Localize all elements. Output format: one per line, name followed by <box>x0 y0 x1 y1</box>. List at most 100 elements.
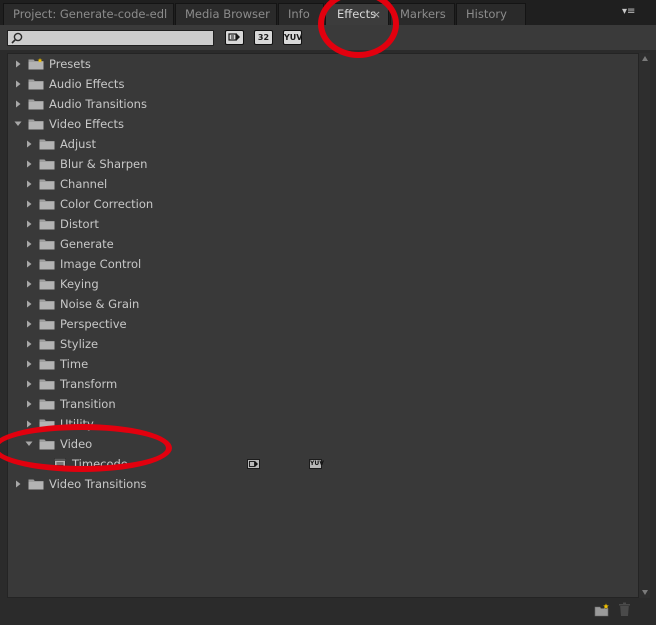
folder-icon <box>39 259 55 270</box>
folder-icon <box>39 319 55 330</box>
tree-item-label: Video Transitions <box>49 477 147 491</box>
tree-item-label: Image Control <box>60 257 142 271</box>
tree-folder-video[interactable]: Video <box>8 434 638 454</box>
folder-icon <box>28 79 44 90</box>
disclosure-collapsed-icon[interactable] <box>14 74 22 94</box>
disclosure-collapsed-icon[interactable] <box>25 274 33 294</box>
tab-media-browser[interactable]: Media Browser <box>175 3 277 25</box>
folder-icon <box>39 359 55 370</box>
tab-effects[interactable]: Effects × <box>325 3 389 26</box>
search-input[interactable] <box>24 31 210 45</box>
tree-folder-channel[interactable]: Channel <box>8 174 638 194</box>
tree-folder-perspective[interactable]: Perspective <box>8 314 638 334</box>
tab-markers[interactable]: Markers <box>390 3 455 25</box>
disclosure-collapsed-icon[interactable] <box>25 134 33 154</box>
tree-folder-keying[interactable]: Keying <box>8 274 638 294</box>
disclosure-collapsed-icon[interactable] <box>14 54 22 74</box>
yuv-effects-button[interactable]: YUV <box>283 30 302 45</box>
disclosure-collapsed-icon[interactable] <box>25 214 33 234</box>
disclosure-collapsed-icon[interactable] <box>25 194 33 214</box>
folder-icon <box>28 99 44 110</box>
disclosure-collapsed-icon[interactable] <box>25 254 33 274</box>
disclosure-collapsed-icon[interactable] <box>25 314 33 334</box>
disclosure-collapsed-icon[interactable] <box>25 234 33 254</box>
tree-folder-adjust[interactable]: Adjust <box>8 134 638 154</box>
tab-project[interactable]: Project: Generate-code-edl <box>3 3 174 25</box>
disclosure-collapsed-icon[interactable] <box>25 374 33 394</box>
vertical-scrollbar[interactable] <box>639 53 650 598</box>
tree-folder-stylize[interactable]: Stylize <box>8 334 638 354</box>
tree-folder-noise-grain[interactable]: Noise & Grain <box>8 294 638 314</box>
panel-bottom-bar <box>0 598 656 625</box>
folder-icon <box>28 479 44 490</box>
trash-icon[interactable] <box>618 602 631 617</box>
disclosure-collapsed-icon[interactable] <box>25 154 33 174</box>
tree-folder-video-effects[interactable]: Video Effects <box>8 114 638 134</box>
panel-tab-bar: Project: Generate-code-edl Media Browser… <box>0 0 656 26</box>
tree-item-label: Noise & Grain <box>60 297 140 311</box>
tree-folder-video-transitions[interactable]: Video Transitions <box>8 474 638 494</box>
panel-menu-icon[interactable]: ▾≡ <box>622 5 640 19</box>
search-box[interactable] <box>7 30 214 46</box>
close-icon[interactable]: × <box>372 4 381 25</box>
accelerated-effects-button[interactable] <box>225 30 244 45</box>
tab-label: Effects <box>337 7 377 21</box>
tab-history[interactable]: History <box>456 3 526 25</box>
tree-folder-distort[interactable]: Distort <box>8 214 638 234</box>
folder-icon <box>39 299 55 310</box>
disclosure-collapsed-icon[interactable] <box>25 354 33 374</box>
disclosure-expanded-icon[interactable] <box>14 114 22 134</box>
tree-folder-image-control[interactable]: Image Control <box>8 254 638 274</box>
effect-icon <box>54 458 66 470</box>
scroll-down-arrow-icon[interactable] <box>641 588 649 596</box>
tree-folder-presets[interactable]: Presets <box>8 54 638 74</box>
effect-item-timecode[interactable]: Timecode YUV <box>8 454 638 474</box>
tree-item-label: Perspective <box>60 317 127 331</box>
scroll-up-arrow-icon[interactable] <box>641 55 649 63</box>
tab-label: Markers <box>400 7 446 21</box>
tree-item-label: Video <box>60 437 93 451</box>
tree-folder-transform[interactable]: Transform <box>8 374 638 394</box>
effects-tree: Presets Audio Effects Audio Transitions Vid… <box>7 53 639 598</box>
new-custom-bin-icon[interactable] <box>594 603 610 617</box>
folder-icon <box>39 139 55 150</box>
folder-icon <box>39 379 55 390</box>
tree-folder-blur-sharpen[interactable]: Blur & Sharpen <box>8 154 638 174</box>
disclosure-collapsed-icon[interactable] <box>25 174 33 194</box>
tree-folder-audio-effects[interactable]: Audio Effects <box>8 74 638 94</box>
tree-folder-audio-transitions[interactable]: Audio Transitions <box>8 94 638 114</box>
search-icon <box>11 32 23 44</box>
disclosure-collapsed-icon[interactable] <box>25 394 33 414</box>
folder-icon <box>39 199 55 210</box>
tree-item-label: Audio Transitions <box>49 97 147 111</box>
tab-label: Media Browser <box>185 7 270 21</box>
folder-icon <box>39 179 55 190</box>
folder-icon <box>39 159 55 170</box>
disclosure-expanded-icon[interactable] <box>25 434 33 454</box>
tree-item-label: Keying <box>60 277 99 291</box>
disclosure-collapsed-icon[interactable] <box>25 294 33 314</box>
tree-item-label: Timecode <box>72 457 128 471</box>
tree-folder-color-correction[interactable]: Color Correction <box>8 194 638 214</box>
tree-item-label: Time <box>60 357 89 371</box>
tree-folder-utility[interactable]: Utility <box>8 414 638 434</box>
disclosure-collapsed-icon[interactable] <box>25 414 33 434</box>
disclosure-collapsed-icon[interactable] <box>14 474 22 494</box>
tree-item-label: Audio Effects <box>49 77 125 91</box>
folder-icon <box>39 419 55 430</box>
folder-icon <box>39 219 55 230</box>
tree-item-label: Transform <box>60 377 118 391</box>
tree-item-label: Adjust <box>60 137 96 151</box>
disclosure-collapsed-icon[interactable] <box>14 94 22 114</box>
32-bit-effects-button[interactable]: 32 <box>254 30 273 45</box>
preset-folder-icon <box>28 58 44 70</box>
tab-info[interactable]: Info <box>278 3 324 25</box>
tree-folder-generate[interactable]: Generate <box>8 234 638 254</box>
disclosure-collapsed-icon[interactable] <box>25 334 33 354</box>
tree-folder-transition[interactable]: Transition <box>8 394 638 414</box>
tree-item-label: Color Correction <box>60 197 154 211</box>
tree-folder-time[interactable]: Time <box>8 354 638 374</box>
folder-icon <box>39 339 55 350</box>
tab-label: History <box>466 7 507 21</box>
tree-item-label: Transition <box>60 397 116 411</box>
